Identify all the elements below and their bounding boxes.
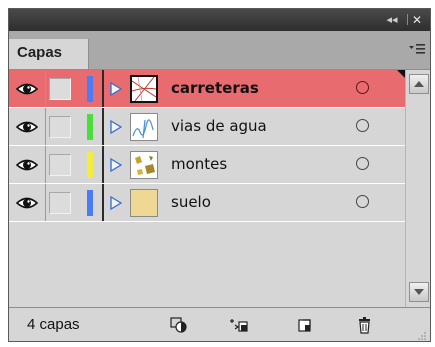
panel-menu-icon[interactable]	[409, 43, 425, 57]
target-circle-icon[interactable]	[356, 157, 369, 170]
layer-color-swatch	[87, 76, 93, 102]
selected-corner-marker	[397, 70, 405, 78]
make-clipping-mask-icon[interactable]	[169, 316, 189, 334]
layer-name[interactable]: carreteras	[171, 70, 259, 107]
create-sublayer-icon[interactable]	[229, 316, 249, 334]
layer-count-label: 4 capas	[27, 316, 80, 333]
layer-row-montes[interactable]: montes	[9, 146, 405, 184]
expand-triangle-icon[interactable]	[110, 157, 123, 173]
column-divider	[102, 70, 104, 107]
visibility-eye-icon[interactable]	[9, 184, 46, 221]
lock-toggle[interactable]	[49, 116, 71, 138]
visibility-eye-icon[interactable]	[9, 108, 46, 145]
target-circle-icon[interactable]	[356, 195, 369, 208]
expand-triangle-icon[interactable]	[110, 119, 123, 135]
waterways-thumbnail-icon	[130, 113, 158, 141]
layer-name[interactable]: montes	[171, 146, 227, 183]
titlebar-separator	[407, 14, 408, 25]
delete-layer-trash-icon[interactable]	[355, 316, 375, 334]
target-circle-icon[interactable]	[356, 81, 369, 94]
visibility-eye-icon[interactable]	[9, 146, 46, 183]
tab-strip: Capas	[9, 31, 430, 70]
lock-toggle[interactable]	[49, 192, 71, 214]
soil-thumbnail-icon	[130, 189, 158, 217]
expand-triangle-icon[interactable]	[110, 195, 123, 211]
lock-toggle[interactable]	[49, 78, 71, 100]
panel-titlebar: ◂◂ ✕	[9, 9, 430, 31]
layer-row-carreteras[interactable]: carreteras	[9, 70, 405, 108]
target-circle-icon[interactable]	[356, 119, 369, 132]
layer-name[interactable]: vias de agua	[171, 108, 267, 145]
visibility-eye-icon[interactable]	[9, 70, 46, 107]
layer-row-vias-de-agua[interactable]: vias de agua	[9, 108, 405, 146]
scroll-up-button[interactable]	[409, 74, 429, 94]
layers-panel: ◂◂ ✕ Capas carreteras vias de agua monte…	[8, 8, 431, 342]
layer-color-swatch	[87, 114, 93, 140]
resize-grip-icon[interactable]	[417, 330, 427, 340]
layer-name[interactable]: suelo	[171, 184, 211, 221]
close-panel-icon[interactable]: ✕	[409, 12, 425, 28]
layer-row-suelo[interactable]: suelo	[9, 184, 405, 222]
vertical-scrollbar[interactable]	[405, 70, 430, 307]
column-divider	[102, 146, 104, 183]
lock-toggle[interactable]	[49, 154, 71, 176]
hills-thumbnail-icon	[130, 151, 158, 179]
tab-capas[interactable]: Capas	[9, 39, 89, 69]
layers-list: carreteras vias de agua montes suelo	[9, 70, 405, 307]
column-divider	[102, 108, 104, 145]
panel-footer: 4 capas	[9, 307, 430, 341]
collapse-panel-icon[interactable]: ◂◂	[384, 12, 400, 28]
roads-thumbnail-icon	[130, 75, 158, 103]
scroll-down-button[interactable]	[409, 282, 429, 302]
expand-triangle-icon[interactable]	[110, 81, 123, 97]
create-new-layer-icon[interactable]	[295, 316, 315, 334]
column-divider	[102, 184, 104, 221]
layer-color-swatch	[87, 190, 93, 216]
layer-color-swatch	[87, 152, 93, 178]
